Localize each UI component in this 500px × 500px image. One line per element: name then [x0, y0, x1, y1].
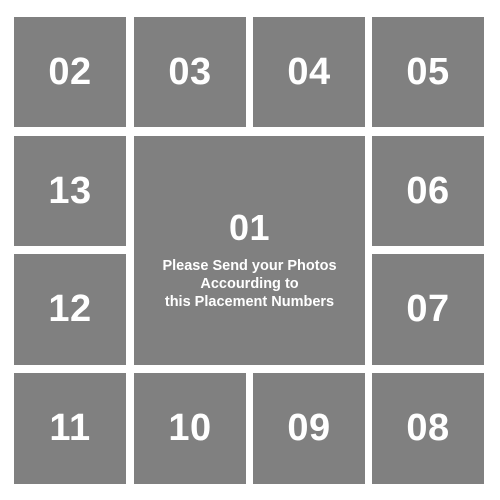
caption-line-1: Please Send your Photos — [162, 257, 337, 274]
slot-number: 11 — [49, 407, 91, 449]
slot-number: 03 — [168, 50, 212, 93]
photo-slot-01-main: 01 Please Send your Photos Accourding to… — [134, 136, 365, 365]
photo-slot-12: 12 — [14, 254, 126, 365]
slot-number: 10 — [168, 407, 212, 449]
photo-slot-10: 10 — [134, 373, 246, 484]
photo-slot-04: 04 — [253, 17, 365, 127]
photo-slot-03: 03 — [134, 17, 246, 127]
photo-slot-05: 05 — [372, 17, 484, 127]
photo-slot-13: 13 — [14, 136, 126, 246]
slot-number: 04 — [287, 50, 331, 93]
caption-line-3: this Placement Numbers — [164, 293, 335, 310]
slot-number: 09 — [287, 407, 331, 449]
slot-number: 13 — [48, 169, 92, 212]
placement-instructions: Please Send your Photos Accourding to th… — [162, 257, 336, 311]
photo-slot-02: 02 — [14, 17, 126, 127]
slot-number: 01 — [228, 206, 271, 248]
slot-number: 08 — [406, 407, 450, 449]
slot-number: 02 — [48, 50, 92, 93]
photo-slot-08: 08 — [372, 373, 484, 484]
slot-number: 05 — [406, 50, 450, 93]
photo-slot-11: 11 — [14, 373, 126, 484]
photo-slot-06: 06 — [372, 136, 484, 246]
photo-slot-07: 07 — [372, 254, 484, 365]
photo-slot-09: 09 — [253, 373, 365, 484]
slot-number: 07 — [406, 288, 450, 330]
slot-number: 12 — [48, 288, 92, 330]
slot-number: 06 — [406, 169, 450, 212]
caption-line-2: Accourding to — [200, 275, 299, 292]
